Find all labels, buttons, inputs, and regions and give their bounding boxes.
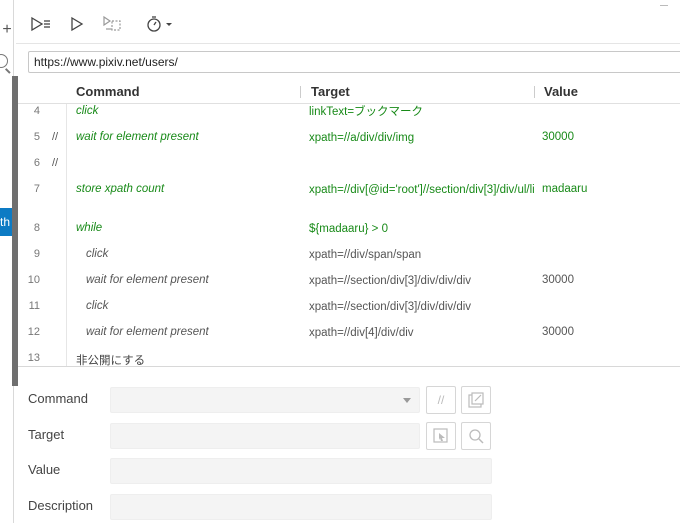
row-command: 非公開にする	[76, 355, 146, 366]
find-target-button[interactable]	[461, 422, 491, 450]
run-all-icon	[31, 16, 50, 32]
row-target: xpath=//section/div[3]/div/div/div	[309, 301, 472, 313]
command-table: 4 click linkText=ブックマーク 5 // wait for el…	[18, 104, 680, 366]
sidebar-selected-test[interactable]: th	[0, 208, 12, 236]
table-header: Command Target Value	[18, 80, 680, 104]
line-number: 6	[33, 157, 40, 169]
chevron-down-icon	[403, 398, 411, 403]
row-command: click	[76, 105, 99, 117]
run-current-test-button[interactable]	[70, 12, 84, 36]
line-number: 12	[27, 326, 40, 338]
window-corner	[660, 0, 668, 6]
comment-marker: //	[52, 131, 59, 143]
row-command: wait for element present	[86, 326, 209, 338]
line-number: 11	[28, 300, 40, 312]
row-target: ${madaaru} > 0	[309, 223, 388, 235]
target-label: Target	[28, 427, 65, 442]
row-value: 30000	[542, 274, 574, 286]
column-header-value: Value	[544, 84, 578, 99]
row-command: store xpath count	[76, 183, 165, 195]
column-divider	[534, 86, 535, 98]
row-command: click	[86, 248, 109, 260]
column-header-target: Target	[311, 84, 350, 99]
description-label: Description	[28, 498, 94, 513]
value-input[interactable]	[110, 458, 492, 484]
add-test-icon[interactable]: +	[0, 20, 14, 40]
command-select[interactable]	[110, 387, 420, 413]
comment-button-label: //	[437, 393, 445, 407]
row-target: xpath=//a/div/div/img	[309, 132, 415, 144]
step-over-icon	[103, 15, 121, 31]
timing-dropdown-button[interactable]	[146, 12, 174, 36]
run-all-tests-button[interactable]	[30, 12, 52, 36]
description-input[interactable]	[110, 494, 492, 520]
row-command: click	[86, 300, 109, 312]
row-command: while	[76, 222, 103, 234]
line-number: 10	[27, 274, 40, 286]
row-value: 30000	[542, 326, 574, 338]
row-value: 30000	[542, 131, 574, 143]
select-target-button[interactable]	[426, 422, 456, 450]
row-value: madaaru	[542, 183, 588, 195]
row-target: xpath=//div/span/span	[309, 249, 422, 261]
base-url-input[interactable]: https://www.pixiv.net/users/	[28, 51, 680, 73]
row-target: xpath=//div[@id='root']//section/div[3]/…	[309, 184, 535, 196]
sidebar-selected-test-label: th	[0, 215, 11, 229]
gutter-divider	[66, 104, 67, 366]
toolbar	[16, 0, 680, 44]
column-divider	[300, 86, 301, 98]
select-target-icon	[433, 428, 448, 443]
row-target: xpath=//section/div[3]/div/div/div	[309, 275, 472, 287]
toggle-comment-button[interactable]: //	[426, 386, 456, 414]
row-target: xpath=//div[4]/div/div	[309, 327, 414, 339]
row-command: wait for element present	[86, 274, 209, 286]
line-number: 7	[33, 183, 40, 195]
line-number: 9	[33, 248, 40, 260]
play-icon	[71, 16, 84, 32]
line-number: 13	[27, 352, 40, 364]
target-input[interactable]	[110, 423, 420, 449]
search-icon	[469, 429, 484, 444]
value-label: Value	[28, 462, 61, 477]
row-target: linkText=ブックマーク	[309, 106, 424, 118]
line-number: 5	[33, 131, 40, 143]
line-number: 4	[33, 105, 40, 117]
command-label: Command	[28, 391, 88, 406]
comment-marker: //	[52, 157, 59, 169]
stopwatch-icon	[147, 16, 172, 32]
open-window-icon	[468, 392, 484, 408]
step-over-button[interactable]	[102, 12, 122, 36]
open-reference-button[interactable]	[461, 386, 491, 414]
command-editor: Command // Target Value Description	[18, 366, 680, 523]
line-number: 8	[33, 222, 40, 234]
row-command: wait for element present	[76, 131, 199, 143]
search-icon[interactable]	[0, 54, 8, 68]
column-header-command: Command	[76, 84, 140, 99]
